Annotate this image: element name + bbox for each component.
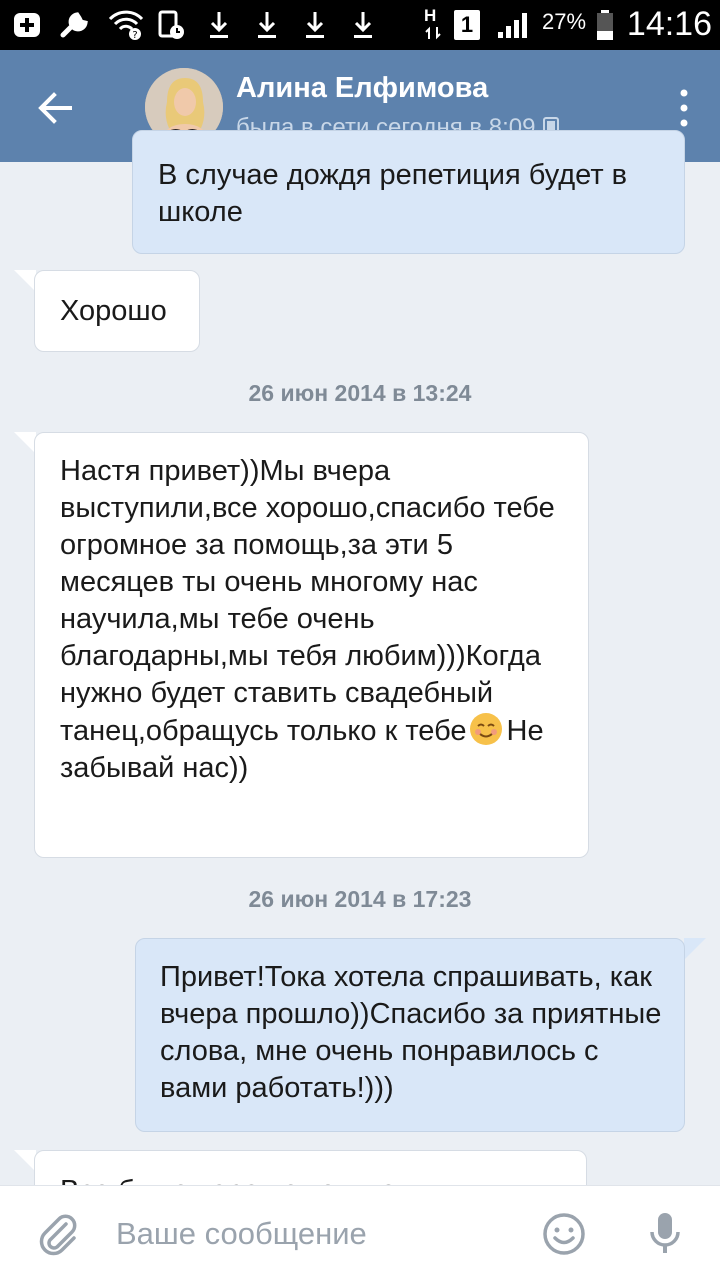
- message-text: Хорошо: [60, 295, 167, 327]
- date-separator: 26 июн 2014 в 13:24: [248, 380, 472, 406]
- message-bubble-incoming[interactable]: Хорошо: [34, 270, 200, 352]
- battery-icon: [594, 10, 616, 40]
- date-separator: 26 июн 2014 в 17:23: [248, 886, 472, 912]
- message-bubble-incoming[interactable]: Настя привет))Мы вчера выступили,все хор…: [34, 432, 589, 858]
- network-type-label: H: [424, 6, 437, 25]
- clock: 14:16: [626, 5, 712, 43]
- voice-message-button[interactable]: [648, 1210, 682, 1258]
- svg-text:?: ?: [132, 30, 137, 41]
- screen-timer-icon: [156, 10, 186, 40]
- compose-bar: Ваше сообщение: [0, 1185, 720, 1281]
- wrench-icon: [58, 10, 92, 40]
- microphone-icon: [650, 1213, 680, 1253]
- wifi-question-icon: ?: [106, 10, 146, 41]
- attach-button[interactable]: [36, 1212, 80, 1256]
- emoji-button[interactable]: [541, 1211, 587, 1257]
- download-icon: [350, 10, 376, 40]
- contact-name[interactable]: Алина Елфимова: [236, 72, 488, 105]
- message-input[interactable]: Ваше сообщение: [116, 1216, 367, 1252]
- bubble-tail: [684, 938, 706, 960]
- message-text: Настя привет))Мы вчера выступили,все хор…: [60, 455, 555, 747]
- bubble-tail: [14, 1150, 36, 1172]
- more-options-button[interactable]: [676, 86, 692, 130]
- message-text: Привет!Тока хотела спрашивать, как вчера…: [160, 961, 662, 1104]
- arrow-left-icon: [38, 92, 72, 124]
- paperclip-icon: [39, 1214, 77, 1256]
- sim-slot-label: 1: [454, 10, 480, 40]
- battery-percent: 27%: [542, 9, 587, 34]
- download-icon: [206, 10, 232, 40]
- data-arrows-icon: [424, 24, 442, 42]
- download-icon: [302, 10, 328, 40]
- smiling-face-icon: [469, 712, 505, 745]
- message-bubble-outgoing[interactable]: В случае дождя репетиция будет в школе: [132, 130, 685, 254]
- back-button[interactable]: [28, 80, 84, 136]
- status-bar: ? H 1 27% 14:16: [0, 0, 720, 50]
- bubble-tail: [14, 432, 36, 454]
- more-vertical-icon: [680, 89, 688, 127]
- message-text: В случае дождя репетиция будет в школе: [158, 159, 628, 228]
- add-notification-icon: [12, 10, 42, 40]
- bubble-tail: [14, 270, 36, 292]
- message-bubble-outgoing[interactable]: Привет!Тока хотела спрашивать, как вчера…: [135, 938, 685, 1132]
- download-icon: [254, 10, 280, 40]
- signal-strength-icon: [494, 10, 534, 40]
- smiley-icon: [543, 1213, 585, 1255]
